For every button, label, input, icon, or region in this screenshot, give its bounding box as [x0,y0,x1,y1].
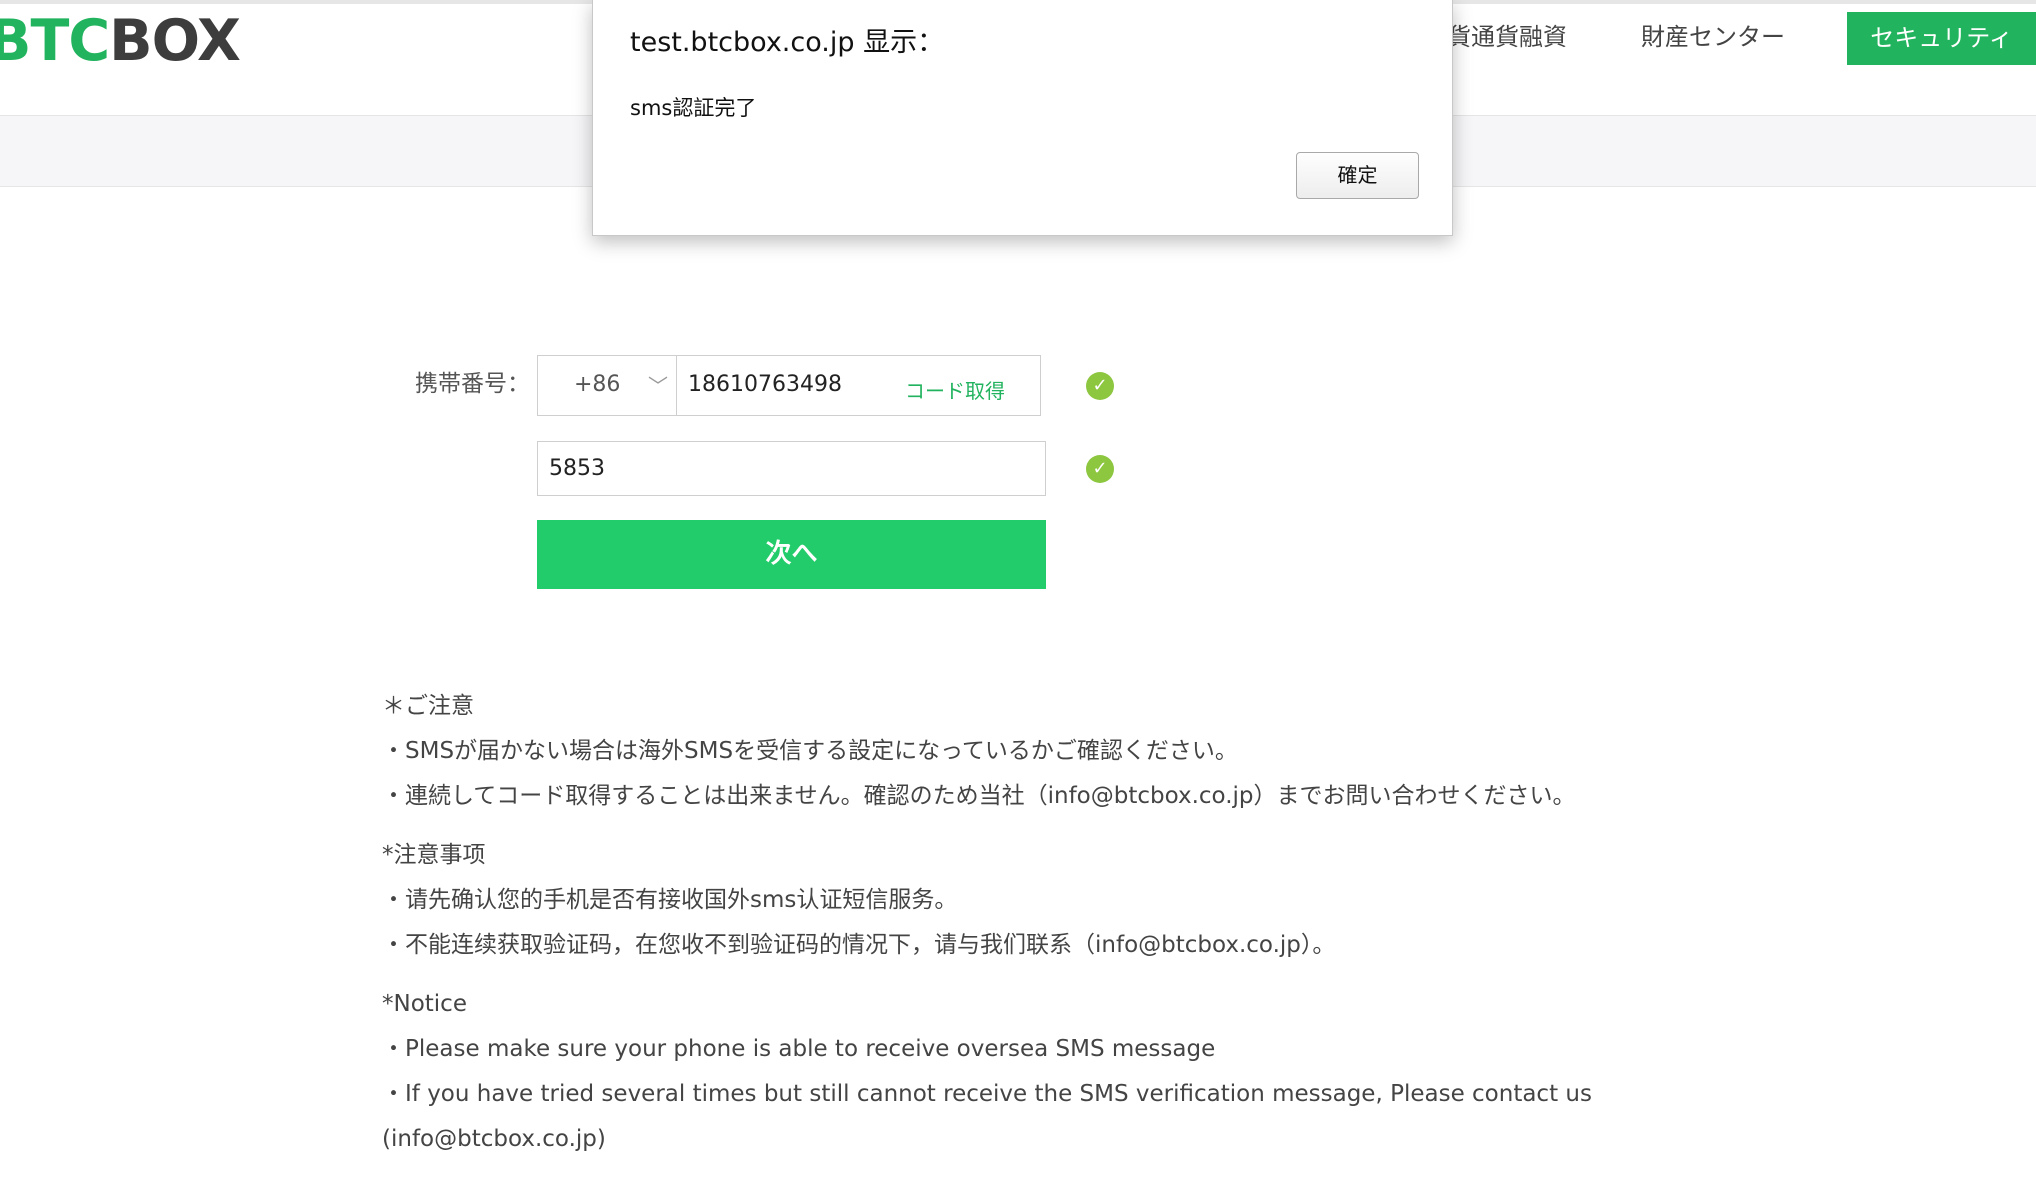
get-code-button[interactable]: コード取得 [905,375,1005,404]
phone-number-field[interactable]: 18610763498 コード取得 [677,355,1041,416]
notice-cn-line: ・请先确认您的手机是否有接收国外sms认证短信服务。 [382,887,958,913]
notice-cn-line: ・不能连续获取验证码，在您收不到验证码的情况下，请与我们联系（info@btcb… [382,932,1336,958]
notice-en-line: ・Please make sure your phone is able to … [382,1036,1216,1062]
logo-suffix: BOX [109,8,241,74]
verification-code-field[interactable]: 5853 [537,441,1046,496]
nav-item-crypto-loan[interactable]: 貨通貨融資 [1447,20,1567,54]
btcbox-logo[interactable]: BTCBOX [0,6,241,76]
phone-number-value: 18610763498 [688,372,842,397]
notice-en-line: ・If you have tried several times but sti… [382,1081,1592,1107]
chevron-down-icon: ﹀ [648,374,668,398]
nav-item-security[interactable]: セキュリティ [1847,12,2036,65]
country-code-select[interactable]: +86 ﹀ [537,355,677,416]
logo-prefix: BTC [0,8,110,74]
phone-label: 携帯番号： [415,371,530,397]
country-code-value: +86 [574,372,621,397]
notice-jp-line: ・SMSが届かない場合は海外SMSを受信する設定になっているかご確認ください。 [382,738,1238,764]
alert-dialog: test.btcbox.co.jp 显示： sms認証完了 確定 [592,0,1453,236]
notice-en-line: (info@btcbox.co.jp) [382,1126,606,1152]
check-icon: ✓ [1086,455,1114,483]
notice-cn-title: *注意事项 [382,842,486,868]
notice-jp-line: ・連続してコード取得することは出来ません。確認のため当社（info@btcbox… [382,783,1576,809]
notice-en-title: *Notice [382,991,467,1017]
dialog-message: sms認証完了 [630,96,757,120]
dialog-ok-button[interactable]: 確定 [1296,152,1419,199]
nav-item-assets[interactable]: 財産センター [1641,20,1785,54]
dialog-title: test.btcbox.co.jp 显示： [630,27,945,58]
notice-jp-title: ＊ご注意 [382,693,474,719]
next-button[interactable]: 次へ [537,520,1046,589]
notice-section: ＊ご注意 ・SMSが届かない場合は海外SMSを受信する設定になっているかご確認く… [382,684,1682,1162]
check-icon: ✓ [1086,372,1114,400]
verification-code-value: 5853 [549,456,605,481]
